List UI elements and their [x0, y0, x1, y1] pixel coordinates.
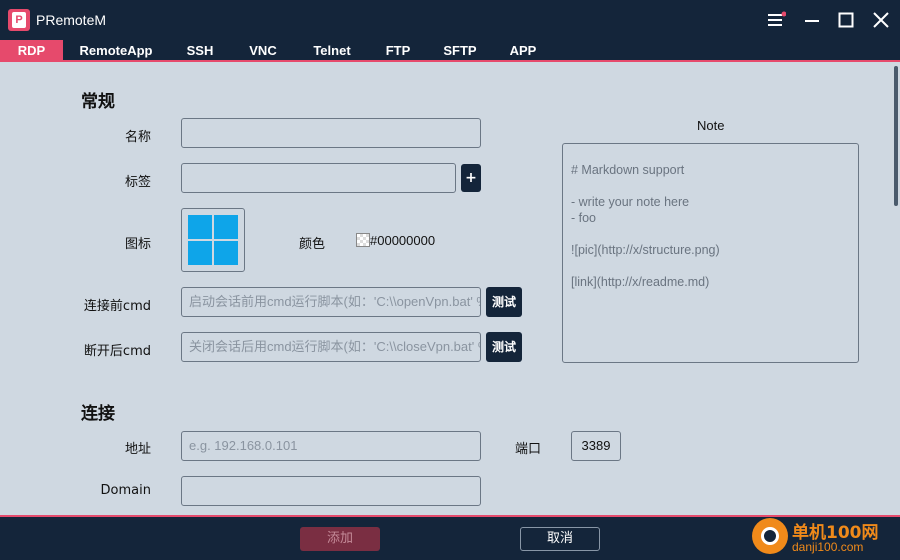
color-label: 颜色: [298, 237, 325, 252]
note-line: [link](http://x/readme.md): [571, 275, 710, 289]
cancel-button[interactable]: 取消: [520, 527, 600, 551]
icon-label: 图标: [124, 237, 151, 252]
address-label: 地址: [124, 442, 151, 457]
minimize-icon[interactable]: [800, 8, 824, 32]
note-line: # Markdown support: [571, 163, 685, 177]
note-line: - foo: [571, 211, 597, 225]
app-title: PRemoteM: [36, 12, 107, 28]
watermark-logo-icon: [752, 518, 788, 554]
note-line: [571, 178, 850, 194]
tab-rdp[interactable]: RDP: [0, 40, 63, 62]
tab-sftp[interactable]: SFTP: [438, 40, 482, 62]
app-logo-icon: P: [8, 9, 30, 31]
section-title-connection: 连接: [81, 404, 115, 424]
watermark-url: danji100.com: [792, 540, 864, 554]
port-input[interactable]: 3389: [571, 431, 621, 461]
protocol-tabs: RDP RemoteApp SSH VNC Telnet FTP SFTP AP…: [0, 40, 900, 62]
note-line: - write your note here: [571, 195, 690, 209]
pre-cmd-test-button[interactable]: 测试: [486, 287, 522, 317]
title-bar: P PRemoteM: [0, 0, 900, 40]
tab-vnc[interactable]: VNC: [240, 40, 286, 62]
color-value[interactable]: #00000000: [370, 233, 435, 248]
scrollbar-thumb[interactable]: [894, 66, 898, 206]
tab-ssh[interactable]: SSH: [175, 40, 225, 62]
tag-label: 标签: [124, 175, 151, 190]
menu-icon[interactable]: [764, 8, 788, 32]
note-title: Note: [697, 118, 725, 133]
tag-input[interactable]: [181, 163, 456, 193]
close-icon[interactable]: [869, 8, 893, 32]
add-tag-button[interactable]: +: [461, 164, 481, 192]
name-label: 名称: [124, 130, 151, 145]
domain-label: Domain: [100, 483, 151, 498]
domain-input[interactable]: [181, 476, 481, 506]
port-label: 端口: [514, 442, 541, 457]
note-line: [571, 258, 850, 274]
pre-cmd-input[interactable]: 启动会话前用cmd运行脚本(如：'C:\\openVpn.bat' %: [181, 287, 481, 317]
section-title-general: 常规: [81, 92, 115, 112]
note-editor[interactable]: # Markdown support - write your note her…: [562, 143, 859, 363]
footer-divider: [0, 515, 900, 517]
maximize-icon[interactable]: [834, 8, 858, 32]
color-swatch[interactable]: [356, 233, 370, 247]
post-cmd-test-button[interactable]: 测试: [486, 332, 522, 362]
pre-cmd-label: 连接前cmd: [83, 299, 151, 314]
tab-telnet[interactable]: Telnet: [302, 40, 362, 62]
tab-app[interactable]: APP: [503, 40, 543, 62]
add-button[interactable]: 添加: [300, 527, 380, 551]
form-content: 常规 名称 标签 + 图标 颜色 #00000000 连接前cmd 启动会话前用…: [0, 62, 892, 515]
watermark: 单机100网 danji100.com: [752, 518, 900, 558]
note-line: ![pic](http://x/structure.png): [571, 243, 720, 257]
post-cmd-label: 断开后cmd: [83, 344, 151, 359]
tab-remoteapp[interactable]: RemoteApp: [70, 40, 162, 62]
tab-ftp[interactable]: FTP: [378, 40, 418, 62]
note-line: [571, 226, 850, 242]
name-input[interactable]: [181, 118, 481, 148]
post-cmd-input[interactable]: 关闭会话后用cmd运行脚本(如：'C:\\closeVpn.bat' %: [181, 332, 481, 362]
